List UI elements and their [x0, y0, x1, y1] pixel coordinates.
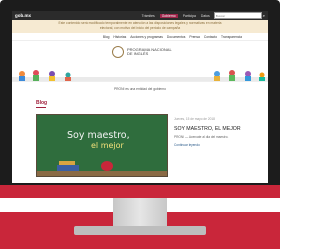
apple-icon: [101, 161, 113, 171]
chalk-text-line2: el mejor: [91, 141, 124, 150]
monitor-screen: gob.mx Trámites Gobierno Participa Datos…: [12, 11, 268, 183]
top-link-gobierno[interactable]: Gobierno: [159, 13, 178, 18]
search-icon[interactable]: ⌕: [263, 13, 265, 18]
nav-item-prensa[interactable]: Prensa: [189, 35, 199, 39]
post-title[interactable]: SOY MAESTRO, EL MEJOR: [174, 126, 244, 132]
top-link-participa[interactable]: Participa: [183, 14, 196, 18]
program-logo: PROGRAMA NACIONAL DE INGLÉS: [112, 46, 172, 58]
search-input[interactable]: Buscar: [213, 12, 262, 19]
post-image-chalkboard[interactable]: Soy maestro, el mejor: [36, 114, 168, 177]
seal-icon: [112, 46, 124, 58]
nav-item-contacto[interactable]: Contacto: [204, 35, 217, 39]
nav-item-historias[interactable]: Historias: [113, 35, 126, 39]
nav-item-acciones[interactable]: Acciones y programas: [130, 35, 163, 39]
org-name-line2: DE INGLÉS: [127, 51, 149, 56]
blog-post: Soy maestro, el mejor Jueves, 15 de mayo…: [36, 114, 244, 177]
blog-section: Blog Soy maestro, el mejor Jueves, 15 de…: [12, 96, 268, 177]
post-excerpt: PRONI — Acercate al dia del maestro.: [174, 135, 229, 139]
chalk-text-line1: Soy maestro,: [67, 130, 130, 141]
info-line: PRONI es una entidad del gobierno: [113, 87, 167, 91]
top-link-datos[interactable]: Datos: [201, 14, 210, 18]
chalk-tray: [37, 171, 167, 176]
monitor-stand-base: [74, 226, 206, 235]
read-more-link[interactable]: Continuar leyendo: [174, 143, 244, 147]
post-date: Jueves, 15 de mayo de 2018: [174, 117, 215, 121]
post-meta: Jueves, 15 de mayo de 2018 SOY MAESTRO, …: [168, 114, 244, 177]
blog-heading: Blog: [36, 100, 48, 106]
hero-banner: PROGRAMA NACIONAL DE INGLÉS: [12, 41, 268, 82]
monitor-chin: [0, 185, 280, 198]
nav-item-blog[interactable]: Blog: [103, 35, 110, 39]
main-nav: Blog Historias Acciones y programas Docu…: [12, 33, 268, 41]
children-illustration: [12, 70, 268, 81]
election-notice: Este contenido será modificado temporalm…: [12, 20, 268, 33]
heading-underline: [36, 107, 46, 108]
top-bar: gob.mx Trámites Gobierno Participa Datos…: [12, 11, 268, 20]
top-link-tramites[interactable]: Trámites: [142, 14, 155, 18]
nav-item-transparencia[interactable]: Transparencia: [221, 35, 242, 39]
site-logo[interactable]: gob.mx: [15, 13, 31, 18]
monitor-stand-neck: [113, 198, 167, 228]
nav-item-documentos[interactable]: Documentos: [167, 35, 186, 39]
